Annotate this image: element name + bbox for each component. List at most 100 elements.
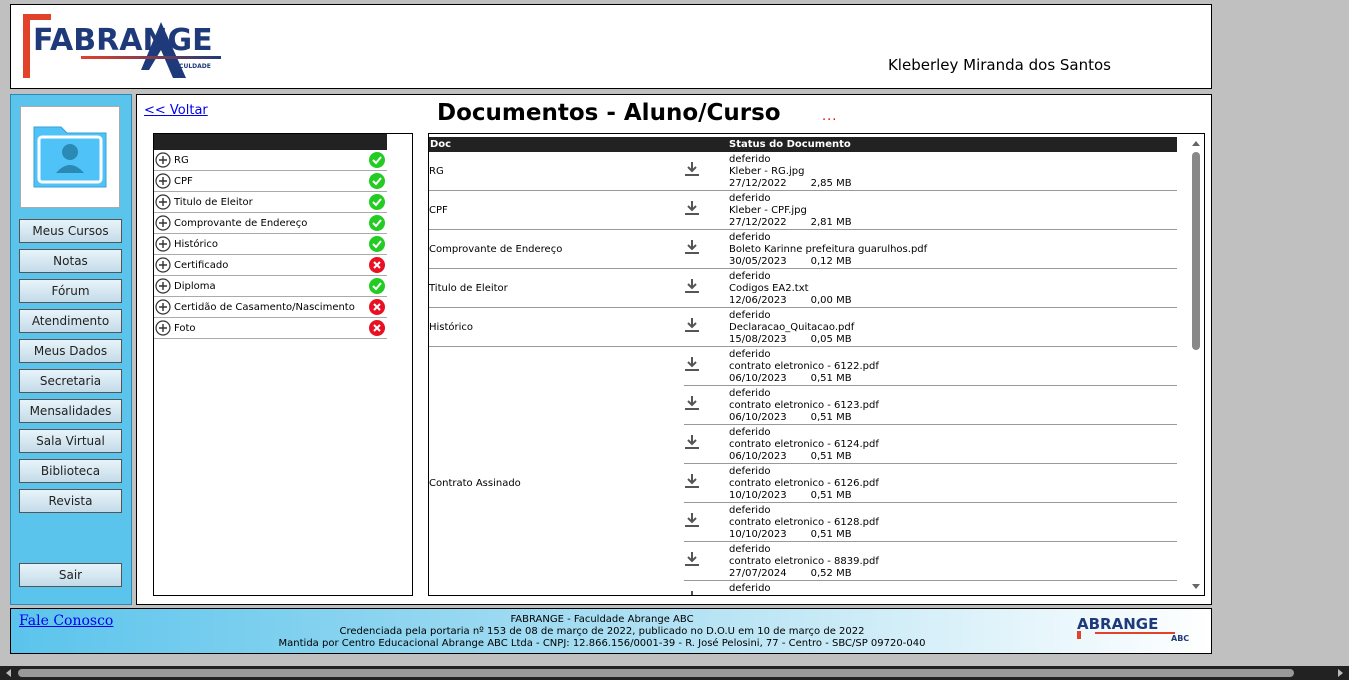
checklist-item[interactable]: Diploma [154,276,387,297]
back-link[interactable]: << Voltar [144,103,208,118]
file-date: 06/10/2023 [729,451,787,462]
file-size: 0,51 MB [810,451,852,462]
file-status: deferido [729,505,771,516]
doc-name: Contrato Assinado [429,477,521,489]
file-size: 0,12 MB [810,256,852,267]
file-status: deferido [729,349,771,360]
file-date: 27/12/2022 [729,178,787,189]
file-size: 0,00 MB [810,295,852,306]
expand-plus-icon[interactable] [155,320,171,336]
error-icon [369,299,385,315]
doc-name: Comprovante de Endereço [429,243,563,255]
doc-name: CPF [429,204,448,216]
scroll-up-icon[interactable] [1190,138,1202,148]
scroll-right-icon[interactable] [1335,666,1347,680]
expand-plus-icon[interactable] [155,215,171,231]
checklist-label: CPF [174,175,193,187]
file-entry: deferido contrato eletronico - 6128.pdf … [684,503,1177,542]
download-icon[interactable] [684,278,700,294]
file-status: deferido [729,232,771,243]
file-entry: deferido contrato eletronico - 6122.pdf … [684,347,1177,386]
nav-meus-dados[interactable]: Meus Dados [19,339,122,363]
file-size: 2,85 MB [810,178,852,189]
download-icon[interactable] [684,200,700,216]
download-icon[interactable] [684,239,700,255]
download-icon[interactable] [684,395,700,411]
nav-sala-virtual[interactable]: Sala Virtual [19,429,122,453]
nav-meus-cursos[interactable]: Meus Cursos [19,219,122,243]
nav-notas[interactable]: Notas [19,249,122,273]
file-name: contrato eletronico - 8839.pdf [729,556,879,567]
error-icon [369,257,385,273]
checklist-label: Certificado [174,259,229,271]
logout-button[interactable]: Sair [19,563,122,587]
table-header: Doc Status do Documento [429,137,1177,152]
expand-plus-icon[interactable] [155,173,171,189]
document-checklist: RG CPF Titulo de Eleitor Comprovante de End… [153,133,413,596]
file-entry: deferido Boleto Karinne prefeitura guaru… [684,230,1177,269]
download-icon[interactable] [684,356,700,372]
download-icon[interactable] [684,551,700,567]
download-icon[interactable] [684,434,700,450]
expand-plus-icon[interactable] [155,257,171,273]
check-icon [369,173,385,189]
svg-text:FABRANGE: FABRANGE [33,23,213,58]
file-name: Kleber - RG.jpg [729,166,805,177]
expand-plus-icon[interactable] [155,152,171,168]
file-size: 2,81 MB [810,217,852,228]
nav-secretaria[interactable]: Secretaria [19,369,122,393]
file-entry: deferido contrato eletronico - 8839.pdf … [684,542,1177,581]
nav-forum[interactable]: Fórum [19,279,122,303]
checklist-item[interactable]: Foto [154,318,387,339]
nav-revista[interactable]: Revista [19,489,122,513]
download-icon[interactable] [684,317,700,333]
file-date: 12/06/2023 [729,295,787,306]
scroll-thumb[interactable] [1192,152,1200,350]
checklist-item[interactable]: Certidão de Casamento/Nascimento [154,297,387,318]
file-entry: deferido Codigos EA2.txt 12/06/2023 0,00 … [684,269,1177,308]
col-status: Status do Documento [729,139,851,150]
checklist-item[interactable]: RG [154,150,387,171]
checklist-item[interactable]: CPF [154,171,387,192]
scroll-left-icon[interactable] [2,666,14,680]
footer-line-2: Credenciada pela portaria nº 153 de 08 d… [339,626,865,637]
scroll-down-icon[interactable] [1190,582,1202,592]
table-row: Histórico deferido Declaracao_Quitacao.p… [429,308,1177,347]
expand-plus-icon[interactable] [155,236,171,252]
file-name: Boleto Karinne prefeitura guarulhos.pdf [729,244,928,255]
file-date: 27/07/2024 [729,568,787,579]
file-entry: deferido contrato eletronico - 6126.pdf … [684,464,1177,503]
main-panel: << Voltar Documentos - Aluno/Curso ... R… [136,94,1212,605]
download-icon[interactable] [684,473,700,489]
file-size: 0,51 MB [810,412,852,423]
documents-table: Doc Status do Documento RG deferido Kleb… [428,133,1205,596]
expand-plus-icon[interactable] [155,194,171,210]
file-status: deferido [729,193,771,204]
nav-atendimento[interactable]: Atendimento [19,309,122,333]
file-entry: deferido contrato eletronico - 6124.pdf … [684,425,1177,464]
footer-text: FABRANGE - Faculdade Abrange ABC Credenc… [11,614,1193,650]
checklist-header [154,134,387,150]
download-icon[interactable] [684,512,700,528]
table-row: RG deferido Kleber - RG.jpg 27/12/2022 2,… [429,152,1177,191]
check-icon [369,215,385,231]
loading-dots: ... [822,109,838,124]
horizontal-scrollbar[interactable] [0,666,1349,680]
checklist-item[interactable]: Certificado [154,255,387,276]
download-icon[interactable] [684,161,700,177]
expand-plus-icon[interactable] [155,278,171,294]
checklist-item[interactable]: Titulo de Eleitor [154,192,387,213]
checklist-label: Titulo de Eleitor [174,196,253,208]
checklist-item[interactable]: Histórico [154,234,387,255]
checklist-label: Comprovante de Endereço [174,217,308,229]
download-icon[interactable] [684,590,700,596]
file-date: 06/10/2023 [729,412,787,423]
vertical-scrollbar[interactable] [1190,136,1202,593]
sidebar: Meus Cursos Notas Fórum Atendimento Meus… [10,94,132,605]
hscroll-thumb[interactable] [18,669,1294,677]
checklist-label: Foto [174,322,196,334]
checklist-item[interactable]: Comprovante de Endereço [154,213,387,234]
nav-mensalidades[interactable]: Mensalidades [19,399,122,423]
expand-plus-icon[interactable] [155,299,171,315]
nav-biblioteca[interactable]: Biblioteca [19,459,122,483]
